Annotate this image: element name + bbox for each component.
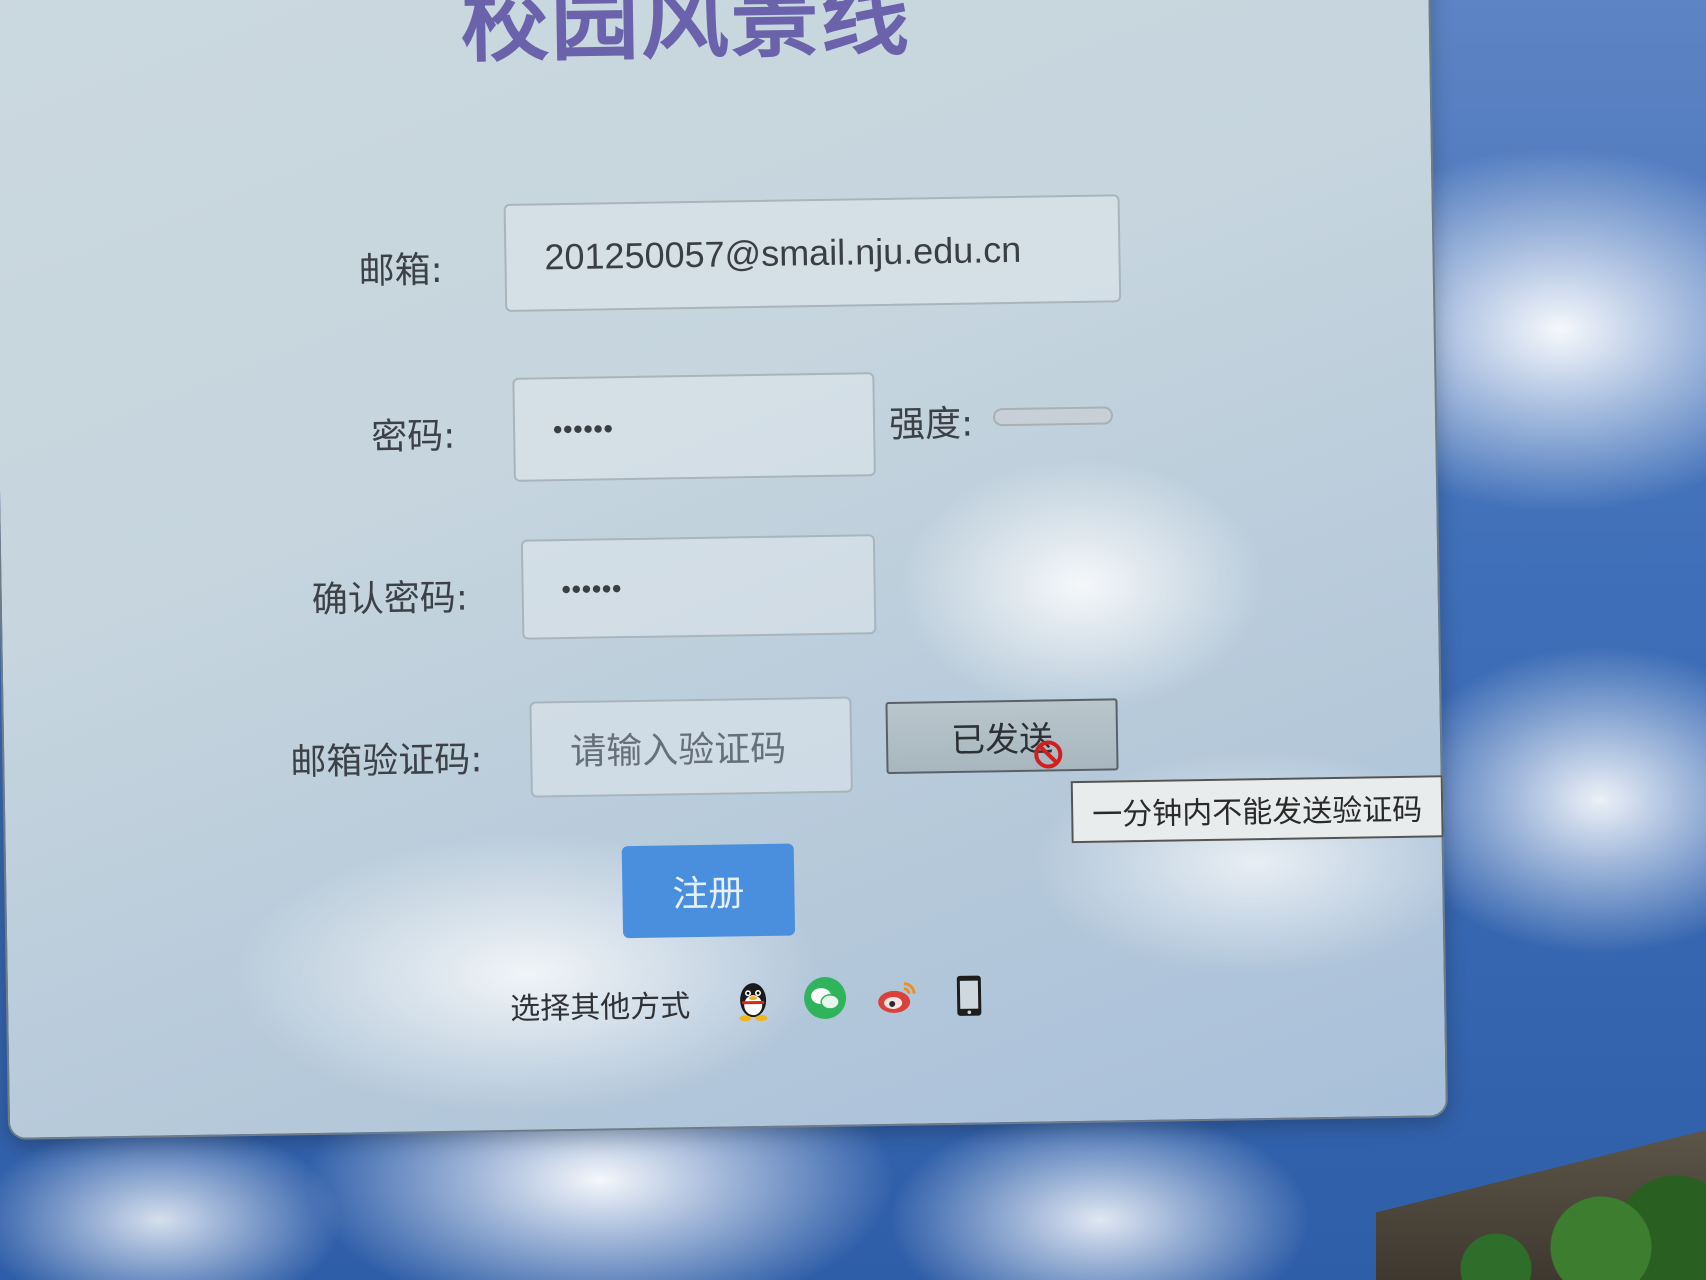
wechat-icon[interactable] [802,975,849,1022]
phone-icon[interactable] [946,972,993,1019]
email-field-value: 201250057@smail.nju.edu.cn [544,228,1022,278]
page-title: 校园风景线 [459,0,912,75]
email-code-label: 邮箱验证码: [290,739,483,784]
weibo-icon[interactable] [874,974,921,1021]
send-code-button[interactable]: 已发送 [885,698,1119,775]
not-allowed-cursor-icon [1034,740,1063,769]
password-strength-bar [992,406,1114,427]
password-label: 密码: [370,415,456,459]
send-code-tooltip: 一分钟内不能发送验证码 [1070,775,1444,844]
email-label: 邮箱: [358,249,444,293]
background-trees [1406,1170,1706,1280]
email-code-placeholder: 请输入验证码 [569,728,787,773]
email-code-input[interactable]: 请输入验证码 [529,696,853,798]
register-button-label: 注册 [672,873,745,916]
password-field-value: •••••• [552,412,614,444]
register-card: 校园风景线 邮箱: 201250057@smail.nju.edu.cn 密码:… [0,0,1449,1140]
strength-label: 强度: [888,403,974,446]
email-field[interactable]: 201250057@smail.nju.edu.cn [503,194,1122,312]
register-button[interactable]: 注册 [621,843,796,939]
confirm-password-field[interactable]: •••••• [520,534,877,640]
confirm-password-label: 确认密码: [311,577,469,622]
confirm-password-field-value: •••••• [561,572,623,604]
other-methods-label: 选择其他方式 [509,989,691,1027]
password-field[interactable]: •••••• [512,372,876,482]
qq-icon[interactable] [730,976,777,1023]
